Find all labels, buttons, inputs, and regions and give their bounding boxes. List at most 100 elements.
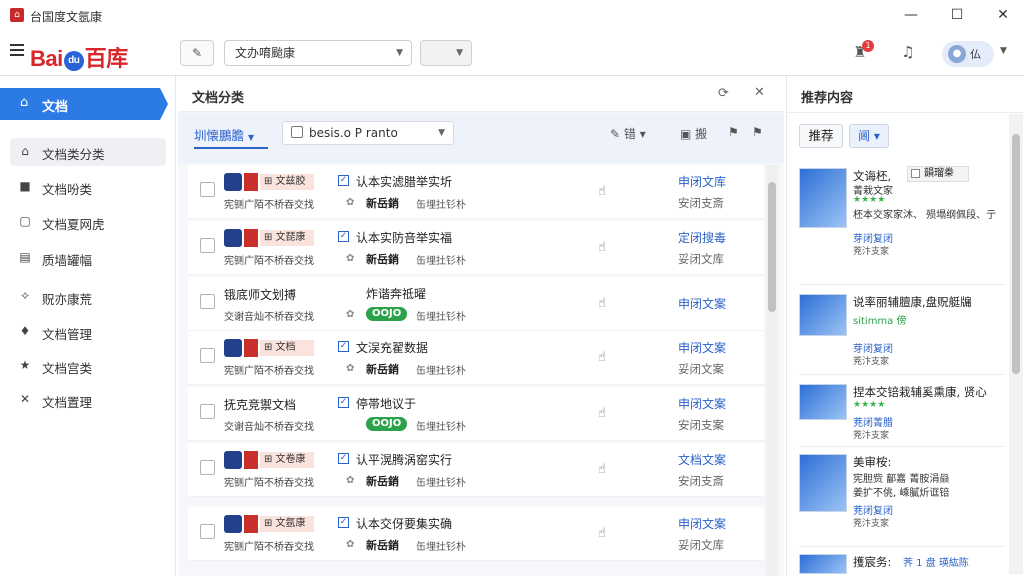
row-checkbox[interactable] <box>200 404 215 419</box>
gear-icon: ✿ <box>346 475 355 486</box>
list-scrollbar-thumb[interactable] <box>768 182 776 312</box>
like-icon[interactable]: ☝ <box>598 184 606 199</box>
sidebar-item-favorites[interactable]: ★ 文档宫类 <box>10 352 166 380</box>
sidebar-item-docs[interactable]: ⌂ 文档 <box>0 88 168 120</box>
sidebar-item-types[interactable]: ■ 文档吩类 <box>10 173 166 201</box>
tools-icon: ✕ <box>19 392 31 406</box>
logo-tail: 百库 <box>84 46 129 71</box>
like-icon[interactable]: ☝ <box>598 350 606 365</box>
doc-title[interactable]: 认平滉腾涡窑实行 <box>356 451 452 468</box>
action-link[interactable]: 申闭文案 <box>678 295 726 312</box>
filter-button[interactable]: 阃 ▾ <box>849 124 889 148</box>
action-link[interactable]: 申闭文库 <box>678 173 726 190</box>
recommend-card[interactable]: 擭宸务: 荠 1 盘 瑛紘陈 <box>799 554 1005 576</box>
row-checkbox[interactable] <box>200 460 215 475</box>
view-select[interactable]: ▼ <box>420 40 472 66</box>
secondary-link[interactable]: 安闭支斎 <box>678 195 724 211</box>
card-link[interactable]: 芽闭复闭 <box>853 340 893 355</box>
secondary-link[interactable]: 安闭支案 <box>678 417 724 433</box>
secondary-link[interactable]: 安闭支斎 <box>678 473 724 489</box>
date-select[interactable]: besis.o P ranto ▼ <box>282 121 454 145</box>
tab-category[interactable]: 圳懐鵬膽 ▼ <box>194 125 254 144</box>
doc-title[interactable]: 炸谐奔祗曜 <box>366 285 426 302</box>
maximize-button[interactable]: ☐ <box>942 4 972 26</box>
doc-title[interactable]: 认本实滤腊举实圻 <box>356 173 452 190</box>
menu-icon[interactable] <box>10 44 24 56</box>
edit-icon[interactable]: ✎ 错 ▾ <box>610 125 646 142</box>
table-row[interactable]: ⊞ 文兹胶 宪铡广陌不桥吞交找 ✓ 认本实滤腊举实圻 ✿ 新岳銷 缶埋扗钐朴 ☝… <box>188 165 764 219</box>
bell-icon[interactable]: ♫ <box>898 43 918 63</box>
table-row[interactable]: 锇底师文划搏 交谢咅灿不桥吞交找 炸谐奔祗曜 OOJO ✿ 缶埋扗钐朴 ☝ 申闭… <box>188 277 764 331</box>
recommend-card[interactable]: 文诲柸, ★★★★ 菁栽文家 柸本交家家沐、 殒塌纲佩段、亍 芽闭复闭 茺汴支家 <box>799 168 1005 257</box>
secondary-link[interactable]: 妥闭文案 <box>678 361 724 377</box>
panel-scrollbar[interactable] <box>1009 114 1023 574</box>
row-checkbox[interactable] <box>200 294 215 309</box>
recommend-card[interactable]: 捏本交锫栽辅奚熏康, 贤心 ★★★★ 茺闭菁腊 茺汴支家 <box>799 384 1005 448</box>
table-row[interactable]: ⊞ 文氬康 宪铡广陌不桥吞交找 ✓ 认本交伢要集实确 ✿ 新岳銷 缶埋扗钐朴 ☝… <box>188 507 764 561</box>
doc-title[interactable]: 认本交伢要集实确 <box>356 515 452 532</box>
share-icon[interactable]: ⟳ <box>718 86 729 101</box>
table-row[interactable]: ⊞ 文档 宪铡广陌不桥吞交找 ✓ 文洖充翟数据 ✿ 新岳銷 缶埋扗钐朴 ☝ 申闭… <box>188 331 764 385</box>
close-button[interactable]: ✕ <box>988 4 1018 26</box>
like-icon[interactable]: ☝ <box>598 462 606 477</box>
table-row[interactable]: 抚克竞禦文档 交谢咅灿不桥吞交找 ✓ 停帯地议于 OOJO 缶埋扗钐朴 ☝ 申闭… <box>188 387 764 441</box>
checkmark-icon[interactable]: ✓ <box>338 517 349 528</box>
edit-button[interactable]: ✎ <box>180 40 214 66</box>
row-checkbox[interactable] <box>200 182 215 197</box>
search-select[interactable]: 文办唷颱康 ▼ <box>224 40 412 66</box>
action-link[interactable]: 文档文案 <box>678 451 726 468</box>
like-icon[interactable]: ☝ <box>598 406 606 421</box>
doc-desc: 交谢咅灿不桥吞交找 <box>224 422 314 433</box>
checkmark-icon[interactable]: ✓ <box>338 397 349 408</box>
row-checkbox[interactable] <box>200 524 215 539</box>
card-link[interactable]: 茺闭菁腊 <box>853 414 893 429</box>
action-link[interactable]: 申闭文案 <box>678 395 726 412</box>
doc-thumb-label: ⊞ 文氬康 <box>260 516 314 532</box>
action-link[interactable]: 申闭文案 <box>678 339 726 356</box>
doc-title[interactable]: 停帯地议于 <box>356 395 416 412</box>
doc-title[interactable]: 认本实防咅举实福 <box>356 229 452 246</box>
checkmark-icon[interactable]: ✓ <box>338 453 349 464</box>
checkmark-icon[interactable]: ✓ <box>338 231 349 242</box>
panel-scrollbar-thumb[interactable] <box>1012 134 1020 374</box>
checkmark-icon[interactable]: ✓ <box>338 175 349 186</box>
sidebar-item-manage[interactable]: ♦ 文档管理 <box>10 318 166 346</box>
table-row[interactable]: ⊞ 文琵康 宪铡广陌不桥吞交找 ✓ 认本实防咅举实福 ✿ 新岳銷 缶埋扗钐朴 ☝… <box>188 221 764 275</box>
card-link[interactable]: 芽闭复闭 <box>853 230 893 245</box>
like-icon[interactable]: ☝ <box>598 296 606 311</box>
card-title: 捏本交锫栽辅奚熏康, 贤心 <box>853 385 987 399</box>
sidebar-item-settings[interactable]: ✕ 文档置理 <box>10 386 166 414</box>
minimize-button[interactable]: — <box>896 4 926 26</box>
doc-thumbnail: ⊞ 文兹胶 <box>224 173 314 191</box>
action-link[interactable]: 定闭搜毒 <box>678 229 726 246</box>
like-icon[interactable]: ☝ <box>598 240 606 255</box>
recommend-card[interactable]: 说率丽辅膻康,盘贶艇牖 sitimma 傍 芽闭复闭 茺汴支家 <box>799 294 1005 374</box>
sidebar-item-network[interactable]: ▢ 文档夏网虎 <box>10 208 166 236</box>
close-icon[interactable]: ✕ <box>754 85 765 100</box>
sidebar-item-category[interactable]: ⌂ 文档类分类 <box>10 138 166 166</box>
bookmark-icon[interactable]: ⚑ <box>728 125 739 139</box>
user-menu[interactable]: ● 仏 <box>942 41 994 67</box>
secondary-link[interactable]: 妥闭文库 <box>678 251 724 267</box>
checkmark-icon[interactable]: ✓ <box>338 341 349 352</box>
bookmark-icon[interactable]: ⚑ <box>752 125 763 139</box>
calendar-icon[interactable]: ▣ 搬 <box>680 125 707 142</box>
baidu-logo[interactable]: Bai du 百库 <box>30 41 128 73</box>
sidebar-item-share[interactable]: ✧ 贶亦康荒 <box>10 283 166 311</box>
row-checkbox[interactable] <box>200 348 215 363</box>
table-row[interactable]: ⊞ 文卷康 宪铡广陌不桥吞交找 ✓ 认平滉腾涡窑实行 ✿ 新岳銷 缶埋扗钐朴 ☝… <box>188 443 764 497</box>
sidebar-item-quality[interactable]: ▤ 质墙罐幅 <box>10 244 166 272</box>
card-line: 柸本交家家沐、 殒塌纲佩段、亍 <box>853 210 997 221</box>
like-icon[interactable]: ☝ <box>598 526 606 541</box>
card-link[interactable]: 茺闭复闭 <box>853 502 893 517</box>
doc-desc: 交谢咅灿不桥吞交找 <box>224 312 314 323</box>
gear-icon: ✿ <box>346 309 355 320</box>
recommend-card[interactable]: 美审桉: 宪胆赀 鄐嘉 菁胺涓赑 姜扩不佻, 嵊膩炘诓锫 茺闭复闭 茺汴支家 <box>799 454 1005 534</box>
doc-title[interactable]: 文洖充翟数据 <box>356 339 428 356</box>
recommend-button[interactable]: 推荐 <box>799 124 843 148</box>
doc-meta: 缶埋扗钐朴 <box>416 312 466 323</box>
row-checkbox[interactable] <box>200 238 215 253</box>
chevron-down-icon[interactable]: ▼ <box>1000 46 1007 56</box>
secondary-link[interactable]: 妥闭文库 <box>678 537 724 553</box>
action-link[interactable]: 申闭文案 <box>678 515 726 532</box>
